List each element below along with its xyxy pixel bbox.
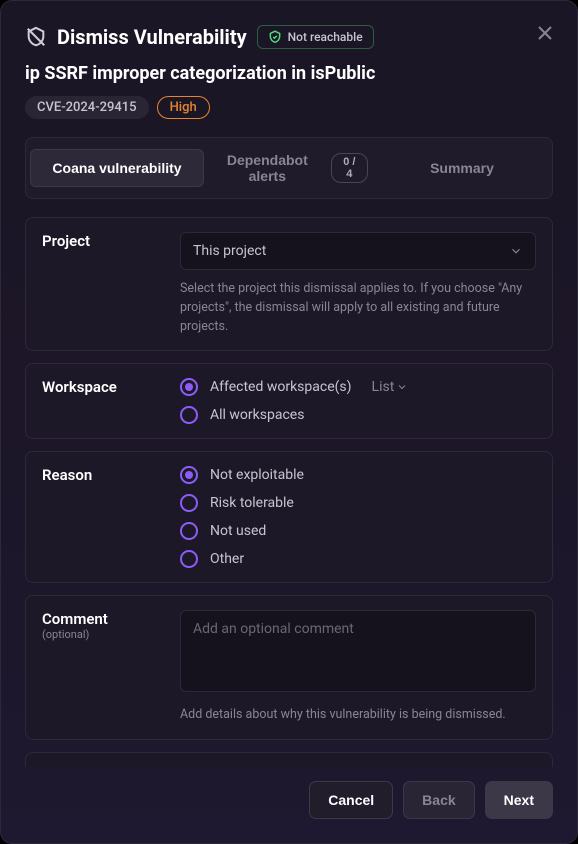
tab-label: Coana vulnerability xyxy=(52,160,181,176)
radio-label: Not used xyxy=(210,523,266,539)
tab-coana[interactable]: Coana vulnerability xyxy=(30,149,204,187)
reachability-badge: Not reachable xyxy=(257,25,374,49)
project-select[interactable]: This project xyxy=(180,232,536,270)
expiration-section: Expiration date Never Set an expiration … xyxy=(25,752,553,767)
shield-check-icon xyxy=(268,30,282,44)
radio-icon xyxy=(180,550,198,568)
tab-summary[interactable]: Summary xyxy=(376,150,548,186)
vulnerability-meta: CVE-2024-29415 High xyxy=(25,96,553,119)
reason-option-not-used[interactable]: Not used xyxy=(180,522,536,540)
modal-title: Dismiss Vulnerability xyxy=(57,25,247,49)
close-button[interactable] xyxy=(533,21,557,45)
workspace-radio-group: Affected workspace(s) List All workspace… xyxy=(180,378,536,424)
radio-label: All workspaces xyxy=(210,407,304,423)
workspace-label: Workspace xyxy=(42,378,160,424)
back-button[interactable]: Back xyxy=(403,781,474,819)
cancel-button[interactable]: Cancel xyxy=(309,781,393,819)
reason-label: Reason xyxy=(42,466,160,568)
reachability-label: Not reachable xyxy=(288,30,363,44)
workspace-option-all[interactable]: All workspaces xyxy=(180,406,536,424)
comment-textarea[interactable] xyxy=(180,610,536,692)
vulnerability-title: ip SSRF improper categorization in isPub… xyxy=(25,63,553,84)
workspace-section: Workspace Affected workspace(s) List All… xyxy=(25,363,553,439)
tab-label: Dependabot alerts xyxy=(212,152,323,184)
comment-sublabel: (optional) xyxy=(42,628,160,641)
project-section: Project This project Select the project … xyxy=(25,217,553,351)
project-label: Project xyxy=(42,232,160,336)
tab-bar: Coana vulnerability Dependabot alerts 0 … xyxy=(25,137,553,199)
radio-icon xyxy=(180,378,198,396)
cve-badge: CVE-2024-29415 xyxy=(25,96,149,119)
project-help: Select the project this dismissal applie… xyxy=(180,280,536,336)
radio-label: Other xyxy=(210,551,244,567)
radio-label: Risk tolerable xyxy=(210,495,294,511)
reason-option-other[interactable]: Other xyxy=(180,550,536,568)
workspace-option-affected[interactable]: Affected workspace(s) List xyxy=(180,378,536,396)
project-select-value: This project xyxy=(193,243,266,259)
tab-label: Summary xyxy=(430,160,494,176)
radio-icon xyxy=(180,494,198,512)
radio-label: Affected workspace(s) xyxy=(210,379,352,395)
comment-section: Comment (optional) Add details about why… xyxy=(25,595,553,740)
close-icon xyxy=(538,26,552,40)
chevron-down-icon xyxy=(396,381,408,393)
radio-icon xyxy=(180,522,198,540)
reason-radio-group: Not exploitable Risk tolerable Not used … xyxy=(180,466,536,568)
tab-dependabot[interactable]: Dependabot alerts 0 / 4 xyxy=(204,142,376,194)
reason-option-risk-tolerable[interactable]: Risk tolerable xyxy=(180,494,536,512)
dismiss-vulnerability-modal: Dismiss Vulnerability Not reachable ip S… xyxy=(0,0,578,844)
chevron-down-icon xyxy=(509,244,523,258)
reason-section: Reason Not exploitable Risk tolerable No… xyxy=(25,451,553,583)
radio-icon xyxy=(180,466,198,484)
list-link[interactable]: List xyxy=(372,379,409,395)
comment-help: Add details about why this vulnerability… xyxy=(180,706,536,725)
shield-off-icon xyxy=(25,26,47,48)
next-button[interactable]: Next xyxy=(485,781,553,819)
tab-count-badge: 0 / 4 xyxy=(331,153,368,183)
form-content: Project This project Select the project … xyxy=(25,217,553,767)
reason-option-not-exploitable[interactable]: Not exploitable xyxy=(180,466,536,484)
modal-footer: Cancel Back Next xyxy=(25,767,553,819)
severity-badge: High xyxy=(157,96,210,119)
radio-label: Not exploitable xyxy=(210,467,304,483)
modal-header: Dismiss Vulnerability Not reachable xyxy=(25,25,553,49)
comment-label: Comment (optional) xyxy=(42,610,160,725)
radio-icon xyxy=(180,406,198,424)
